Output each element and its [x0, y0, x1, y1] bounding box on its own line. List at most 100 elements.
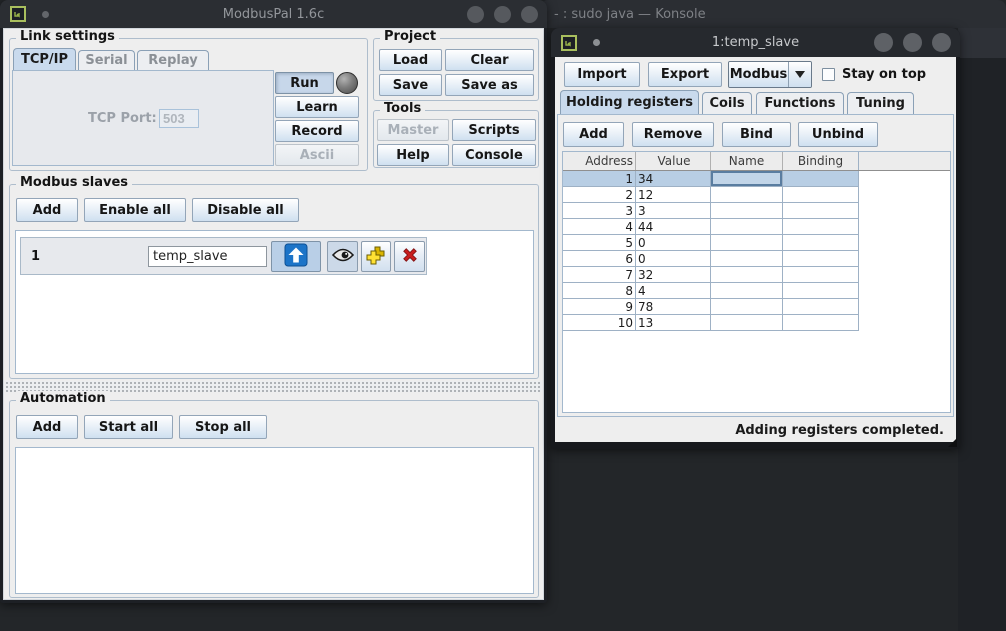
- tab-tuning[interactable]: Tuning: [847, 92, 914, 114]
- register-cell-address[interactable]: 3: [563, 203, 636, 218]
- tab-serial[interactable]: Serial: [78, 50, 135, 70]
- register-cell-value[interactable]: 34: [636, 171, 711, 186]
- window-icon[interactable]: [561, 35, 577, 51]
- register-cell-name[interactable]: [711, 299, 783, 314]
- register-row[interactable]: 50: [563, 235, 859, 251]
- register-cell-name[interactable]: [711, 251, 783, 266]
- enable-all-button[interactable]: Enable all: [84, 198, 186, 222]
- close-button[interactable]: [932, 33, 951, 52]
- register-row[interactable]: 33: [563, 203, 859, 219]
- register-row[interactable]: 978: [563, 299, 859, 315]
- column-header-name[interactable]: Name: [711, 152, 783, 170]
- register-row[interactable]: 732: [563, 267, 859, 283]
- tab-replay[interactable]: Replay: [137, 50, 209, 70]
- register-cell-binding[interactable]: [783, 235, 859, 250]
- save-button[interactable]: Save: [379, 74, 442, 96]
- register-row[interactable]: 84: [563, 283, 859, 299]
- close-button[interactable]: [521, 6, 538, 23]
- slave-window-titlebar[interactable]: 1:temp_slave: [551, 28, 960, 57]
- record-button[interactable]: Record: [275, 120, 359, 142]
- modbuspal-titlebar[interactable]: ModbusPal 1.6c: [0, 0, 547, 28]
- register-cell-binding[interactable]: [783, 171, 859, 186]
- save-as-button[interactable]: Save as: [445, 74, 534, 96]
- maximize-button[interactable]: [494, 6, 511, 23]
- register-cell-address[interactable]: 6: [563, 251, 636, 266]
- register-cell-name[interactable]: [711, 171, 783, 186]
- slave-add-button[interactable]: Add: [16, 198, 78, 222]
- window-icon[interactable]: [10, 6, 26, 22]
- chevron-down-icon[interactable]: [789, 62, 811, 87]
- register-row[interactable]: 134: [563, 171, 859, 187]
- help-button[interactable]: Help: [377, 144, 449, 166]
- resize-grip[interactable]: [948, 438, 957, 447]
- register-cell-address[interactable]: 10: [563, 315, 636, 330]
- slave-visibility-button[interactable]: [327, 241, 358, 272]
- tcp-port-input[interactable]: [159, 109, 199, 128]
- register-unbind-button[interactable]: Unbind: [798, 122, 878, 147]
- register-cell-binding[interactable]: [783, 315, 859, 330]
- register-cell-value[interactable]: 44: [636, 219, 711, 234]
- export-button[interactable]: Export: [648, 62, 722, 87]
- register-remove-button[interactable]: Remove: [632, 122, 714, 147]
- register-cell-name[interactable]: [711, 283, 783, 298]
- disable-all-button[interactable]: Disable all: [192, 198, 299, 222]
- register-row[interactable]: 60: [563, 251, 859, 267]
- minimize-button[interactable]: [874, 33, 893, 52]
- ascii-button[interactable]: Ascii: [275, 144, 359, 166]
- column-header-binding[interactable]: Binding: [783, 152, 859, 170]
- register-cell-name[interactable]: [711, 187, 783, 202]
- register-cell-address[interactable]: 7: [563, 267, 636, 282]
- automation-add-button[interactable]: Add: [16, 415, 78, 439]
- register-cell-value[interactable]: 3: [636, 203, 711, 218]
- register-cell-address[interactable]: 2: [563, 187, 636, 202]
- console-button[interactable]: Console: [452, 144, 536, 166]
- minimize-button[interactable]: [467, 6, 484, 23]
- register-cell-name[interactable]: [711, 315, 783, 330]
- scripts-button[interactable]: Scripts: [452, 119, 536, 141]
- slave-add-register-button[interactable]: [361, 241, 391, 272]
- register-cell-value[interactable]: 32: [636, 267, 711, 282]
- stay-on-top-checkbox[interactable]: [822, 68, 835, 81]
- slave-enable-toggle[interactable]: [271, 241, 321, 272]
- start-all-button[interactable]: Start all: [84, 415, 173, 439]
- register-cell-address[interactable]: 8: [563, 283, 636, 298]
- maximize-button[interactable]: [903, 33, 922, 52]
- stop-all-button[interactable]: Stop all: [179, 415, 267, 439]
- register-cell-value[interactable]: 0: [636, 251, 711, 266]
- register-cell-binding[interactable]: [783, 267, 859, 282]
- register-cell-binding[interactable]: [783, 203, 859, 218]
- slave-row[interactable]: 1: [20, 237, 427, 275]
- register-cell-binding[interactable]: [783, 219, 859, 234]
- register-row[interactable]: 1013: [563, 315, 859, 331]
- slave-name-input[interactable]: [148, 246, 267, 267]
- register-cell-value[interactable]: 13: [636, 315, 711, 330]
- tab-functions[interactable]: Functions: [756, 92, 844, 114]
- run-button[interactable]: Run: [275, 72, 334, 94]
- register-add-button[interactable]: Add: [563, 122, 624, 147]
- register-cell-binding[interactable]: [783, 299, 859, 314]
- tab-holding-registers[interactable]: Holding registers: [560, 90, 699, 114]
- register-cell-address[interactable]: 5: [563, 235, 636, 250]
- tab-coils[interactable]: Coils: [702, 92, 752, 114]
- register-cell-name[interactable]: [711, 219, 783, 234]
- background-window-titlebar[interactable]: - : sudo java — Konsole: [540, 0, 1006, 28]
- register-cell-address[interactable]: 4: [563, 219, 636, 234]
- master-button[interactable]: Master: [377, 119, 449, 141]
- register-cell-address[interactable]: 1: [563, 171, 636, 186]
- register-cell-value[interactable]: 78: [636, 299, 711, 314]
- slave-delete-button[interactable]: [394, 241, 425, 272]
- register-cell-value[interactable]: 0: [636, 235, 711, 250]
- register-table-header[interactable]: Address Value Name Binding: [563, 152, 950, 171]
- register-cell-binding[interactable]: [783, 251, 859, 266]
- register-cell-name[interactable]: [711, 267, 783, 282]
- register-cell-value[interactable]: 4: [636, 283, 711, 298]
- tab-tcpip[interactable]: TCP/IP: [13, 48, 76, 70]
- column-header-address[interactable]: Address: [563, 152, 636, 170]
- register-cell-value[interactable]: 12: [636, 187, 711, 202]
- register-cell-binding[interactable]: [783, 187, 859, 202]
- register-cell-binding[interactable]: [783, 283, 859, 298]
- register-row[interactable]: 444: [563, 219, 859, 235]
- column-header-value[interactable]: Value: [636, 152, 711, 170]
- load-button[interactable]: Load: [379, 49, 442, 71]
- register-row[interactable]: 212: [563, 187, 859, 203]
